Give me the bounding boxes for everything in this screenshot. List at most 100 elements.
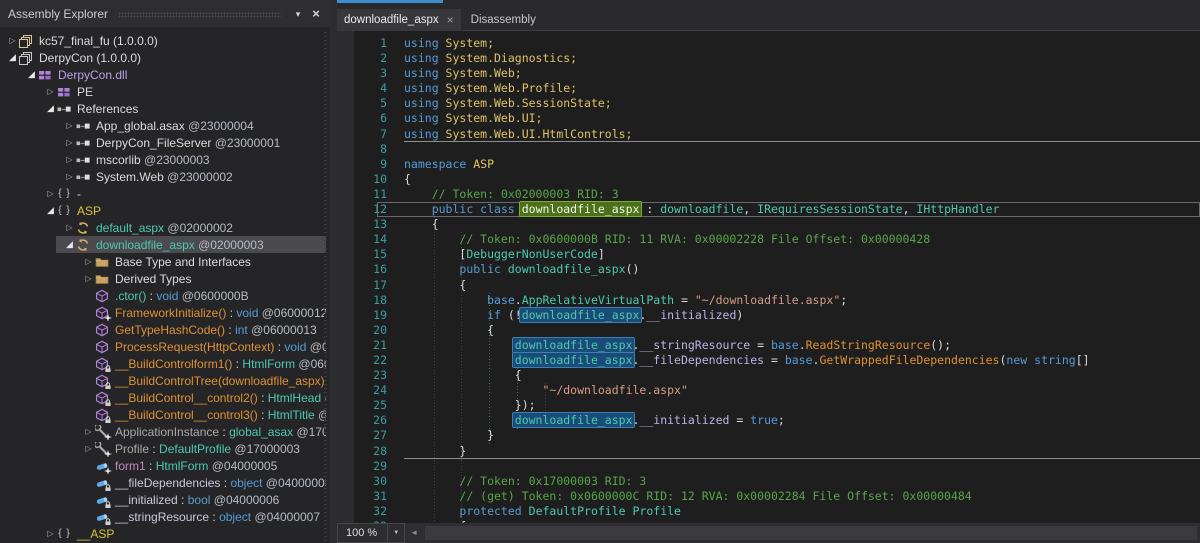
drag-grip[interactable] bbox=[118, 12, 281, 18]
tree-item[interactable]: ▷ App_global.asax @23000004 bbox=[0, 117, 326, 134]
code-line[interactable]: 15 [DebuggerNonUserCode] bbox=[337, 247, 1200, 262]
tree-item[interactable]: __BuildControl__control3() : HtmlTitle @ bbox=[0, 406, 326, 423]
code-line[interactable]: 20 { bbox=[337, 323, 1200, 338]
code-line[interactable]: 12 public class downloadfile_aspx : down… bbox=[337, 202, 1200, 217]
expander-icon[interactable]: ▷ bbox=[63, 223, 76, 232]
code-line[interactable]: 13 { bbox=[337, 217, 1200, 232]
tree-item[interactable]: __stringResource : object @04000007 bbox=[0, 508, 326, 525]
code-line[interactable]: 31 // (get) Token: 0x0600000C RID: 12 RV… bbox=[337, 489, 1200, 504]
code-line[interactable]: 32 protected DefaultProfile Profile bbox=[337, 504, 1200, 519]
tree-item[interactable]: ◢ DerpyCon.dll bbox=[0, 66, 326, 83]
tree-item[interactable]: ▷{ }__ASP bbox=[0, 525, 326, 542]
tree-item[interactable]: ▷ ApplicationInstance : global_asax @170… bbox=[0, 423, 326, 440]
code-line[interactable]: 24 "~/downloadfile.aspx" bbox=[337, 383, 1200, 398]
code-editor[interactable]: 1using System;2using System.Diagnostics;… bbox=[337, 31, 1200, 523]
tree-item[interactable]: __BuildControlTree(downloadfile_aspx) : bbox=[0, 372, 326, 389]
code-line[interactable]: 2using System.Diagnostics; bbox=[337, 51, 1200, 66]
code-line[interactable]: 28 } bbox=[337, 444, 1200, 459]
module-icon bbox=[38, 68, 53, 82]
tab-downloadfile-aspx[interactable]: downloadfile_aspx × bbox=[337, 9, 461, 31]
tree-item[interactable]: __initialized : bool @04000006 bbox=[0, 491, 326, 508]
line-number: 29 bbox=[354, 459, 387, 474]
code-line[interactable]: 3using System.Web; bbox=[337, 66, 1200, 81]
zoom-control[interactable]: 100 % ▼ bbox=[337, 523, 405, 543]
expander-icon[interactable]: ▷ bbox=[6, 36, 19, 45]
expander-icon[interactable]: ▷ bbox=[44, 189, 57, 198]
tree-item[interactable]: ◢{ }ASP bbox=[0, 202, 326, 219]
expander-icon[interactable]: ▷ bbox=[44, 87, 57, 96]
tree-scrollbar[interactable] bbox=[324, 32, 327, 543]
tree-item[interactable]: ProcessRequest(HttpContext) : void @06 bbox=[0, 338, 326, 355]
expander-icon[interactable]: ▷ bbox=[82, 274, 95, 283]
expander-icon[interactable]: ▷ bbox=[82, 427, 95, 436]
code-line[interactable]: 27 } bbox=[337, 428, 1200, 443]
code-line[interactable]: 25 }); bbox=[337, 398, 1200, 413]
tree-item[interactable]: __BuildControl__control2() : HtmlHead @ bbox=[0, 389, 326, 406]
close-icon[interactable]: × bbox=[307, 5, 325, 23]
tree-item[interactable]: ▷ kc57_final_fu (1.0.0.0) bbox=[0, 32, 326, 49]
code-line[interactable]: 7using System.Web.UI.HtmlControls; bbox=[337, 127, 1200, 142]
tab-disassembly[interactable]: Disassembly bbox=[461, 9, 546, 31]
code-line[interactable]: 4using System.Web.Profile; bbox=[337, 81, 1200, 96]
expander-icon[interactable]: ▷ bbox=[63, 172, 76, 181]
code-line[interactable]: 17 { bbox=[337, 278, 1200, 293]
expander-icon[interactable]: ▷ bbox=[82, 257, 95, 266]
tree-item[interactable]: form1 : HtmlForm @04000005 bbox=[0, 457, 326, 474]
expander-icon[interactable]: ◢ bbox=[6, 52, 19, 63]
code-line[interactable]: 5using System.Web.SessionState; bbox=[337, 96, 1200, 111]
tree-item[interactable]: __fileDependencies : object @04000008 bbox=[0, 474, 326, 491]
code-line[interactable]: 26 downloadfile_aspx.__initialized = tru… bbox=[337, 413, 1200, 428]
code-token: [ bbox=[404, 247, 466, 261]
tree-item[interactable]: ▷ Profile : DefaultProfile @17000003 bbox=[0, 440, 326, 457]
code-line[interactable]: 33 { bbox=[337, 519, 1200, 523]
tree-item[interactable]: ▷ DerpyCon_FileServer @23000001 bbox=[0, 134, 326, 151]
expander-icon[interactable]: ▷ bbox=[63, 121, 76, 130]
code-line[interactable]: 23 { bbox=[337, 368, 1200, 383]
code-line[interactable]: 11 // Token: 0x02000003 RID: 3 bbox=[337, 187, 1200, 202]
scroll-left-icon[interactable]: ◄ bbox=[407, 523, 421, 543]
tree-item[interactable]: ▷ Derived Types bbox=[0, 270, 326, 287]
code-line[interactable]: 30 // Token: 0x17000003 RID: 3 bbox=[337, 474, 1200, 489]
tree-item[interactable]: ◢ DerpyCon (1.0.0.0) bbox=[0, 49, 326, 66]
zoom-dropdown-icon[interactable]: ▼ bbox=[387, 524, 404, 542]
scrollbar-thumb[interactable] bbox=[425, 526, 1197, 540]
tree-item-label: void bbox=[156, 289, 178, 303]
expander-icon[interactable]: ◢ bbox=[25, 69, 38, 80]
tree-item[interactable]: ▷ Base Type and Interfaces bbox=[0, 253, 326, 270]
expander-icon[interactable]: ◢ bbox=[63, 239, 76, 250]
tree-item[interactable]: GetTypeHashCode() : int @06000013 bbox=[0, 321, 326, 338]
expander-icon[interactable]: ▷ bbox=[82, 444, 95, 453]
code-line[interactable]: 16 public downloadfile_aspx() bbox=[337, 262, 1200, 277]
tree-item-selected[interactable]: ◢ downloadfile_aspx @02000003 bbox=[0, 236, 326, 253]
code-line[interactable]: 29 bbox=[337, 459, 1200, 474]
tab-close-icon[interactable]: × bbox=[447, 14, 454, 26]
horizontal-scrollbar[interactable]: ◄ bbox=[405, 523, 1200, 543]
tree-item[interactable]: ▷ mscorlib @23000003 bbox=[0, 151, 326, 168]
tree-item[interactable]: FrameworkInitialize() : void @06000012 bbox=[0, 304, 326, 321]
tree-item[interactable]: ▷ PE bbox=[0, 83, 326, 100]
code-line[interactable]: 1using System; bbox=[337, 36, 1200, 51]
expander-icon[interactable]: ▷ bbox=[63, 138, 76, 147]
code-line[interactable]: 14 // Token: 0x0600000B RID: 11 RVA: 0x0… bbox=[337, 232, 1200, 247]
star-overlay-icon bbox=[104, 433, 112, 441]
tree-item[interactable]: ◢ References bbox=[0, 100, 326, 117]
code-line[interactable]: 6using System.Web.UI; bbox=[337, 111, 1200, 126]
expander-icon[interactable]: ▷ bbox=[63, 155, 76, 164]
code-line[interactable]: 8 bbox=[337, 142, 1200, 157]
chevron-down-icon[interactable]: ▾ bbox=[289, 5, 307, 23]
panel-splitter[interactable] bbox=[330, 0, 337, 543]
tree-item[interactable]: __BuildControlform1() : HtmlForm @060 bbox=[0, 355, 326, 372]
tree-item[interactable]: ▷ default_aspx @02000002 bbox=[0, 219, 326, 236]
code-line[interactable]: 9namespace ASP bbox=[337, 157, 1200, 172]
tree-item[interactable]: .ctor() : void @0600000B bbox=[0, 287, 326, 304]
code-line[interactable]: 10{ bbox=[337, 172, 1200, 187]
expander-icon[interactable]: ▷ bbox=[44, 529, 57, 538]
code-line[interactable]: 19 if (!downloadfile_aspx.__initialized) bbox=[337, 308, 1200, 323]
tree-item[interactable]: ▷ System.Web @23000002 bbox=[0, 168, 326, 185]
code-line[interactable]: 22 downloadfile_aspx.__fileDependencies … bbox=[337, 353, 1200, 368]
tree-item[interactable]: ▷{ }- bbox=[0, 185, 326, 202]
expander-icon[interactable]: ◢ bbox=[44, 205, 57, 216]
code-line[interactable]: 18 base.AppRelativeVirtualPath = "~/down… bbox=[337, 293, 1200, 308]
code-line[interactable]: 21 downloadfile_aspx.__stringResource = … bbox=[337, 338, 1200, 353]
expander-icon[interactable]: ◢ bbox=[44, 103, 57, 114]
